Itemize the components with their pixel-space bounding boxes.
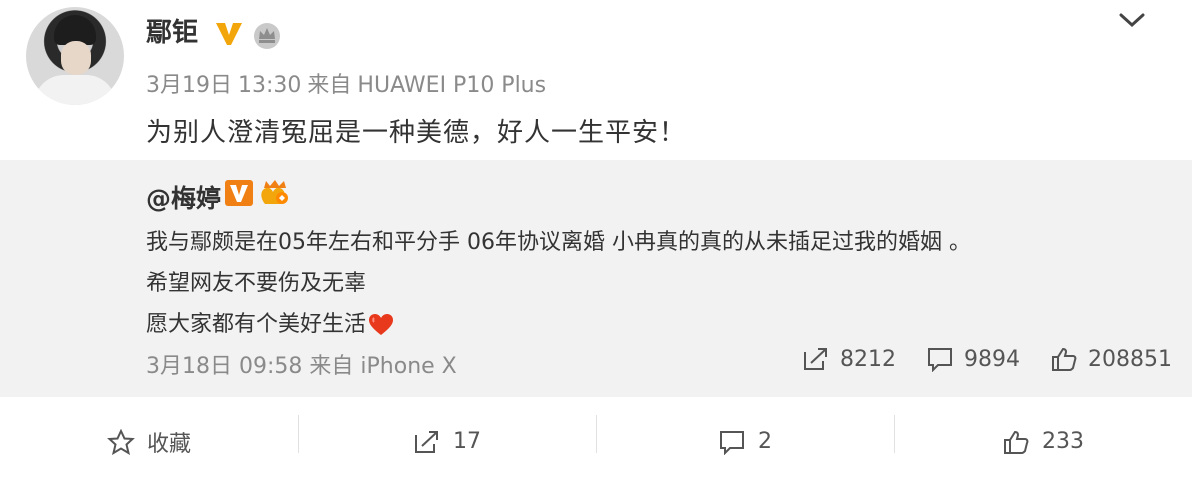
post-date: 3月19日 (146, 73, 232, 98)
v-badge-icon (225, 180, 253, 206)
repost-text-line: 我与鄢颇是在05年左右和平分手 06年协议离婚 小冉真的真的从未插足过我的婚姻 … (146, 230, 971, 255)
repost-like-count: 208851 (1088, 346, 1172, 372)
post-content: 为别人澄清冤屈是一种美德，好人一生平安！ (146, 118, 687, 148)
repost-icon (415, 430, 438, 453)
chevron-down-icon[interactable] (1117, 10, 1147, 30)
heart-icon (369, 314, 394, 335)
repost-repost-button[interactable]: 8212 (802, 346, 896, 372)
post-meta: 3月19日 13:30 来自 HUAWEI P10 Plus (146, 67, 552, 99)
member-badge-icon (261, 180, 288, 204)
action-bar: 收藏 17 2 233 (0, 397, 1192, 486)
repost-time: 09:58 (239, 354, 303, 379)
favorite-button[interactable]: 收藏 (0, 397, 298, 486)
repost-stats: 8212 9894 208851 (802, 346, 1172, 372)
repost-icon (804, 348, 828, 370)
post-via: 来自 (307, 73, 352, 98)
repost-text-line: 愿大家都有个美好生活 (146, 306, 394, 338)
thumbs-up-icon (1052, 347, 1077, 371)
avatar[interactable] (26, 7, 124, 105)
repost-repost-count: 8212 (840, 346, 897, 372)
repost-button[interactable]: 17 (298, 397, 596, 486)
repost-meta: 3月18日 09:58 来自 iPhone X (146, 348, 457, 380)
weibo-post: 鄢钜 3月19日 13:30 来自 HUAWEI P10 Plus 为别人澄清冤屈是一… (0, 0, 1192, 486)
repost-card[interactable]: @梅婷 我与鄢颇是在05年左右和平分手 06年协议离婚 小冉真的真的从未插足过我… (0, 160, 1192, 397)
v-badge-icon (216, 23, 242, 45)
comment-icon (928, 348, 953, 372)
repost-comment-count: 9894 (964, 346, 1021, 372)
like-button[interactable]: 233 (894, 397, 1192, 486)
comment-icon (720, 430, 744, 455)
repost-device[interactable]: iPhone X (360, 354, 456, 379)
post-username[interactable]: 鄢钜 (146, 16, 198, 50)
repost-username[interactable]: @梅婷 (146, 179, 221, 215)
repost-text-line-3: 愿大家都有个美好生活 (146, 312, 367, 337)
star-icon (107, 428, 135, 455)
like-count: 233 (1042, 429, 1084, 454)
crown-icon[interactable] (251, 20, 283, 50)
thumbs-up-icon (1004, 430, 1029, 454)
post-device[interactable]: HUAWEI P10 Plus (357, 73, 546, 98)
comment-button[interactable]: 2 (596, 397, 894, 486)
repost-text-line: 希望网友不要伤及无辜 (146, 271, 367, 296)
repost-comment-button[interactable]: 9894 (926, 346, 1020, 372)
post-time: 13:30 (238, 73, 302, 98)
favorite-label: 收藏 (146, 431, 191, 457)
repost-like-button[interactable]: 208851 (1050, 346, 1172, 372)
repost-count: 17 (453, 429, 481, 454)
comment-count: 2 (758, 429, 772, 454)
repost-date: 3月18日 (146, 354, 232, 379)
repost-via: 来自 (309, 354, 354, 379)
